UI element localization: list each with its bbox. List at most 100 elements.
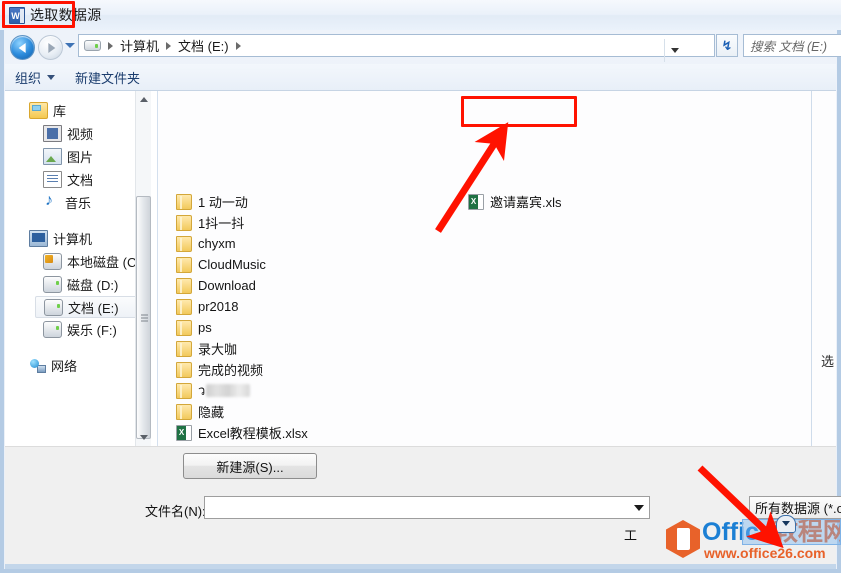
file-name: CloudMusic [198, 257, 266, 272]
system-drive-icon [43, 253, 62, 270]
file-name: chyxm [198, 236, 236, 251]
search-input[interactable]: 搜索 文档 (E:) [743, 34, 841, 57]
sidebar-item-drive-c[interactable]: 本地磁盘 (C:) [5, 250, 145, 273]
navigation-pane: 库 视频 图片 文档 音乐 [5, 91, 157, 446]
document-icon [43, 171, 62, 188]
list-item[interactable]: pr2018 [176, 296, 238, 317]
back-arrow-icon [18, 42, 26, 53]
list-item[interactable]: ps [176, 317, 212, 338]
redacted-name [206, 384, 251, 397]
folder-icon [176, 340, 192, 357]
file-name: 1抖一抖 [198, 216, 245, 231]
breadcrumb-separator-icon [166, 41, 172, 50]
address-row: 计算机 文档 (E:) ↯ 搜索 文档 (E:) [5, 30, 841, 64]
music-icon [43, 192, 60, 210]
sidebar-item-drive-d[interactable]: 磁盘 (D:) [5, 273, 145, 296]
refresh-button[interactable]: ↯ [716, 34, 738, 57]
list-item[interactable]: Excel教程模板.xlsx [176, 422, 308, 443]
file-name: ว [198, 383, 206, 398]
sidebar-item-label: 计算机 [53, 232, 93, 247]
breadcrumb-separator-icon [108, 41, 113, 50]
library-icon [29, 102, 48, 119]
navigation-scrollbar[interactable] [135, 91, 151, 446]
tools-button[interactable]: 工 [624, 525, 637, 544]
picture-icon [43, 148, 62, 165]
list-item[interactable]: chyxm [176, 233, 236, 254]
address-dropdown-button[interactable] [664, 39, 684, 62]
sidebar-item-computer[interactable]: 计算机 [5, 227, 145, 250]
sidebar-item-label: 娱乐 (F:) [67, 323, 117, 338]
scrollbar-thumb[interactable] [136, 196, 151, 439]
new-source-label: 新建源(S)... [216, 459, 284, 475]
mouse-cursor-icon [776, 515, 796, 533]
scroll-down-button[interactable] [136, 429, 151, 446]
filename-dropdown-button[interactable] [628, 496, 650, 519]
chevron-down-icon [47, 74, 56, 80]
organize-button[interactable]: 组织 [5, 68, 65, 87]
list-item[interactable]: 隐藏 [176, 401, 224, 422]
list-item[interactable]: Download [176, 275, 256, 296]
sidebar-item-label: 本地磁盘 (C:) [67, 255, 145, 270]
scrollbar-grip-icon [141, 314, 148, 321]
sidebar-item-network[interactable]: 网络 [5, 354, 145, 377]
tools-label: 工 [624, 528, 638, 543]
new-source-button[interactable]: 新建源(S)... [183, 453, 317, 479]
list-item[interactable]: CloudMusic [176, 254, 266, 275]
list-item[interactable]: 录大咖 [176, 338, 237, 359]
status-bar [5, 564, 836, 569]
history-dropdown-icon[interactable] [65, 43, 75, 48]
list-item[interactable]: 1 动一动 [176, 191, 248, 212]
file-name: 1 动一动 [198, 195, 248, 210]
back-button[interactable] [10, 35, 35, 60]
breadcrumb-item-documents[interactable]: 文档 (E:) [176, 36, 231, 55]
chevron-down-icon [634, 504, 644, 511]
watermark-url: www.office26.com [704, 545, 826, 561]
search-placeholder: 搜索 文档 (E:) [750, 40, 828, 54]
excel-file-icon [176, 424, 192, 441]
sidebar-item-label: 文档 [67, 173, 94, 188]
sidebar-item-pictures[interactable]: 图片 [5, 145, 145, 168]
sidebar-item-videos[interactable]: 视频 [5, 122, 145, 145]
folder-icon [176, 361, 192, 378]
forward-button[interactable] [38, 35, 63, 60]
folder-icon [176, 193, 192, 210]
sidebar-item-drive-e[interactable]: 文档 (E:) [35, 296, 139, 318]
command-toolbar: 组织 新建文件夹 [5, 64, 836, 91]
filename-input[interactable] [204, 496, 650, 519]
file-name: ps [198, 320, 212, 335]
list-item-selected[interactable]: 邀请嘉宾.xls [468, 191, 562, 212]
scroll-up-button[interactable] [136, 91, 151, 108]
chevron-down-icon [670, 48, 679, 53]
list-item[interactable]: 完成的视频 [176, 359, 263, 380]
refresh-icon: ↯ [721, 37, 733, 53]
folder-icon [176, 277, 192, 294]
excel-file-icon [468, 193, 484, 210]
folder-icon [176, 319, 192, 336]
sidebar-item-documents[interactable]: 文档 [5, 168, 145, 191]
list-item[interactable]: 1抖一抖 [176, 212, 244, 233]
folder-icon [176, 403, 192, 420]
drive-icon [84, 40, 101, 51]
breadcrumb-item-computer[interactable]: 计算机 [118, 36, 161, 55]
new-folder-button[interactable]: 新建文件夹 [65, 68, 150, 87]
filetype-select[interactable]: 所有数据源 (*.od [749, 496, 841, 519]
new-folder-label: 新建文件夹 [75, 70, 141, 86]
filename-label: 文件名(N): [145, 504, 206, 519]
file-name: Download [198, 278, 256, 293]
sidebar-item-music[interactable]: 音乐 [5, 191, 145, 214]
title-highlight-box [2, 1, 75, 28]
address-bar[interactable]: 计算机 文档 (E:) [78, 34, 715, 62]
sidebar-item-libraries[interactable]: 库 [5, 99, 145, 122]
list-item[interactable]: ว [176, 380, 251, 401]
sidebar-item-label: 视频 [67, 127, 94, 142]
file-highlight-box [461, 96, 577, 127]
file-name: pr2018 [198, 299, 239, 314]
sidebar-item-drive-f[interactable]: 娱乐 (F:) [5, 318, 145, 341]
file-name: Excel教程模板.xlsx [198, 426, 308, 441]
preview-text: 选 [821, 354, 835, 369]
file-name: 隐藏 [198, 405, 225, 420]
folder-icon [176, 382, 192, 399]
navigation-tree: 库 视频 图片 文档 音乐 [5, 99, 145, 377]
